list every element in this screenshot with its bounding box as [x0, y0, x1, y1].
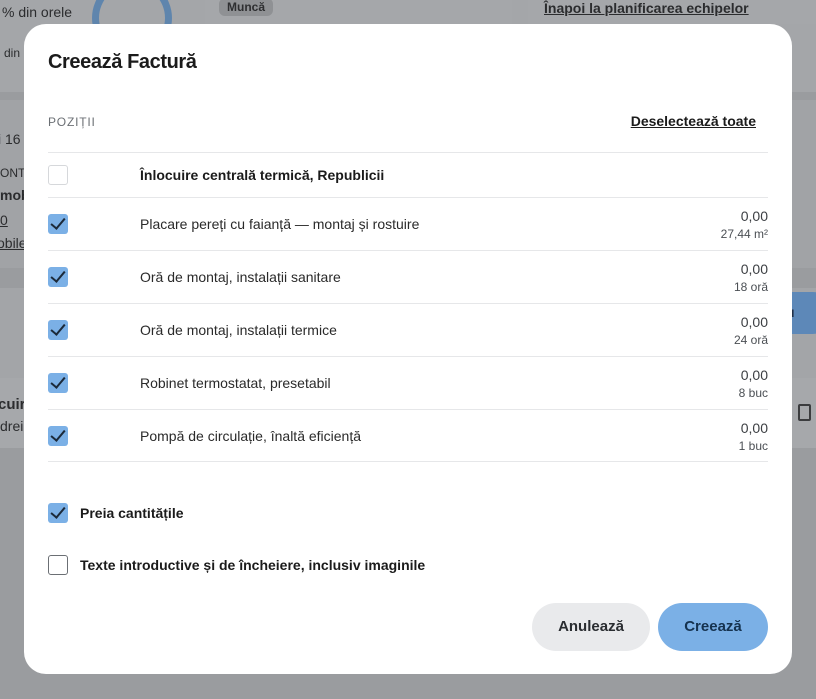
cancel-button[interactable]: Anulează [532, 603, 650, 651]
position-checkbox[interactable] [48, 320, 68, 340]
positions-list: Înlocuire centrală termică, Republicii P… [48, 152, 768, 462]
position-row: Oră de montaj, instalații sanitare 0,00 … [48, 250, 768, 303]
dialog-title: Creează Factură [48, 51, 197, 73]
take-quantities-option[interactable]: Preia cantitățile [48, 503, 768, 525]
position-label: Robinet termostatat, presetabil [140, 375, 331, 391]
position-checkbox[interactable] [48, 267, 68, 287]
positions-label: POZIȚII [48, 115, 96, 129]
position-label: Placare pereți cu faianță — montaj și ro… [140, 216, 420, 232]
positions-header: POZIȚII Deselectează toate [48, 113, 768, 135]
create-invoice-dialog: Creează Factură POZIȚII Deselectează toa… [24, 24, 792, 674]
group-label: Înlocuire centrală termică, Republicii [140, 167, 385, 183]
position-amount: 0,00 [740, 208, 768, 224]
bg-text: obile [0, 235, 27, 251]
bg-text: % din orele [2, 4, 73, 20]
bg-text: i 16 [0, 131, 21, 147]
position-amount: 0,00 [740, 420, 768, 436]
deselect-all-link[interactable]: Deselectează toate [631, 113, 756, 129]
bg-text: din [4, 46, 21, 60]
create-button[interactable]: Creează [658, 603, 768, 651]
bg-text: 0 [0, 212, 8, 228]
position-quantity: 1 buc [738, 439, 768, 453]
document-icon [798, 404, 811, 421]
position-row: Oră de montaj, instalații termice 0,00 2… [48, 303, 768, 356]
position-quantity: 24 oră [733, 333, 768, 347]
intro-texts-label[interactable]: Texte introductive și de încheiere, incl… [80, 557, 425, 573]
intro-texts-option[interactable]: Texte introductive și de încheiere, incl… [48, 555, 768, 577]
position-amount: 0,00 [740, 367, 768, 383]
position-label: Oră de montaj, instalații termice [140, 322, 337, 338]
position-checkbox[interactable] [48, 214, 68, 234]
position-row: Placare pereți cu faianță — montaj și ro… [48, 197, 768, 250]
take-quantities-checkbox[interactable] [48, 503, 68, 523]
position-quantity: 8 buc [738, 386, 768, 400]
position-row: Pompă de circulație, înaltă eficiență 0,… [48, 409, 768, 462]
position-quantity: 27,44 m² [720, 227, 768, 241]
group-row: Înlocuire centrală termică, Republicii [48, 152, 768, 197]
group-checkbox[interactable] [48, 165, 68, 185]
take-quantities-label[interactable]: Preia cantitățile [80, 505, 184, 521]
position-label: Oră de montaj, instalații sanitare [140, 269, 341, 285]
bg-text: drei [0, 418, 24, 434]
position-amount: 0,00 [740, 314, 768, 330]
intro-texts-checkbox[interactable] [48, 555, 68, 575]
position-quantity: 18 oră [733, 280, 768, 294]
bg-chip: Muncă [219, 0, 274, 16]
position-checkbox[interactable] [48, 373, 68, 393]
position-checkbox[interactable] [48, 426, 68, 446]
position-label: Pompă de circulație, înaltă eficiență [140, 428, 362, 444]
position-row: Robinet termostatat, presetabil 0,00 8 b… [48, 356, 768, 409]
position-amount: 0,00 [740, 261, 768, 277]
bg-back-link: Înapoi la planificarea echipelor [544, 0, 749, 16]
